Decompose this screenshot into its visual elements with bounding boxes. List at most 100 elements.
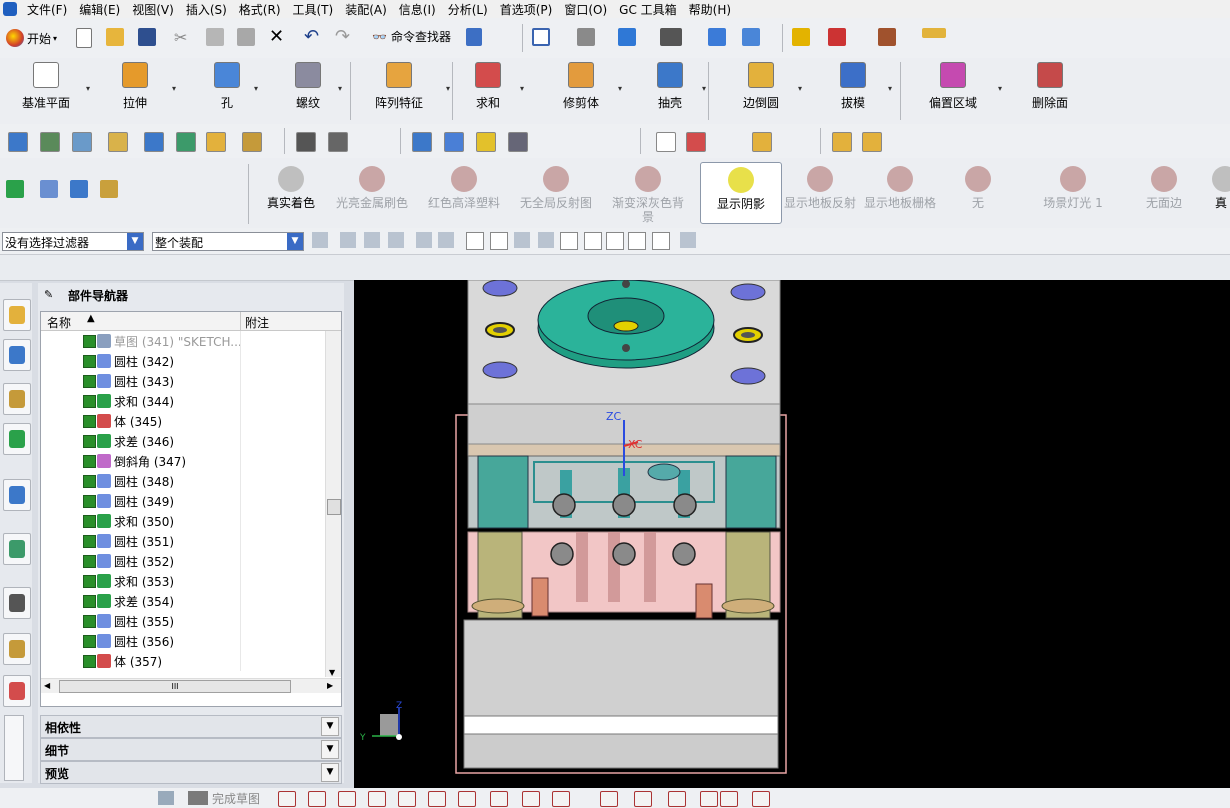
sketch-tool-button-9[interactable]: [552, 791, 570, 807]
utility-button-8[interactable]: [296, 132, 316, 152]
tree-row[interactable]: 求和 (344): [41, 391, 341, 411]
visibility-checkbox[interactable]: [83, 574, 96, 588]
feature-button-2[interactable]: 孔: [212, 60, 242, 110]
resource-tab-1[interactable]: [3, 339, 31, 371]
resource-tab-0[interactable]: [3, 299, 31, 331]
copy-button[interactable]: [206, 28, 224, 46]
graphics-viewport[interactable]: ZC XC Z Y: [354, 280, 1230, 788]
render-button-3[interactable]: 无全局反射图: [514, 162, 598, 222]
utility-button-18[interactable]: [862, 132, 882, 152]
utility-button-7[interactable]: [242, 132, 262, 152]
feature-dropdown-6[interactable]: ▾: [618, 84, 622, 93]
view-util-button-2[interactable]: [70, 180, 88, 198]
fit-view-button[interactable]: [532, 28, 550, 46]
resource-bar-scroller[interactable]: [4, 715, 24, 781]
sketch-tool-button-11[interactable]: [634, 791, 652, 807]
menu-item-5[interactable]: 工具(T): [287, 1, 340, 18]
snap-point-button-6[interactable]: [466, 232, 484, 250]
command-finder-button[interactable]: 👓 命令查找器: [372, 28, 451, 45]
sketch-tool-button-15[interactable]: [752, 791, 770, 807]
render-button-8[interactable]: 无: [948, 162, 1008, 222]
utility-button-17[interactable]: [832, 132, 852, 152]
cut-button[interactable]: ✂: [174, 28, 187, 47]
menu-item-11[interactable]: GC 工具箱: [613, 1, 683, 18]
measure-button[interactable]: [922, 28, 946, 38]
sketch-settings-button[interactable]: [158, 791, 174, 805]
horizontal-scrollbar[interactable]: ◀ III ▶: [41, 678, 341, 693]
visibility-checkbox[interactable]: [83, 494, 96, 508]
snap-point-button-9[interactable]: [538, 232, 554, 248]
column-note-header[interactable]: 附注: [245, 314, 269, 331]
render-button-7[interactable]: 显示地板栅格: [860, 162, 940, 222]
menu-item-7[interactable]: 信息(I): [393, 1, 442, 18]
navigator-panel-0[interactable]: 相依性 ▼: [40, 715, 342, 738]
tree-row[interactable]: 体 (345): [41, 411, 341, 431]
utility-button-12[interactable]: [476, 132, 496, 152]
utility-button-1[interactable]: [40, 132, 60, 152]
sketch-tool-button-12[interactable]: [668, 791, 686, 807]
snap-point-button-10[interactable]: [560, 232, 578, 250]
resource-tab-3[interactable]: [3, 423, 31, 455]
selection-filter-dropdown[interactable]: 没有选择过滤器 ▼: [2, 232, 144, 251]
sketch-tool-button-7[interactable]: [490, 791, 508, 807]
sketch-tool-button-6[interactable]: [458, 791, 476, 807]
feature-button-3[interactable]: 螺纹: [290, 60, 326, 110]
tree-row[interactable]: 圆柱 (355): [41, 611, 341, 631]
visibility-checkbox[interactable]: [83, 394, 96, 408]
tree-row[interactable]: 圆柱 (356): [41, 631, 341, 651]
resource-tab-6[interactable]: [3, 587, 31, 619]
snap-point-button-7[interactable]: [490, 232, 508, 250]
paste-button[interactable]: [237, 28, 255, 46]
tree-row[interactable]: 倒斜角 (347): [41, 451, 341, 471]
render-button-2[interactable]: 红色高泽塑料: [424, 162, 504, 222]
snap-point-button-5[interactable]: [438, 232, 454, 248]
open-button[interactable]: [106, 28, 124, 46]
chevron-down-icon[interactable]: ▼: [321, 740, 339, 759]
tree-row[interactable]: 求差 (346): [41, 431, 341, 451]
render-button-6[interactable]: 显示地板反射: [780, 162, 860, 222]
sketch-tool-button-5[interactable]: [428, 791, 446, 807]
render-button-10[interactable]: 无面边: [1136, 162, 1192, 222]
snap-point-button-0[interactable]: [312, 232, 328, 248]
feature-button-0[interactable]: 基准平面: [18, 60, 74, 110]
utility-button-4[interactable]: [144, 132, 164, 152]
snap-point-button-2[interactable]: [364, 232, 380, 248]
render-button-0[interactable]: 真实着色: [258, 162, 324, 222]
utility-button-11[interactable]: [444, 132, 464, 152]
resource-tab-8[interactable]: [3, 675, 31, 707]
feature-dropdown-8[interactable]: ▾: [798, 84, 802, 93]
tree-row[interactable]: 求和 (350): [41, 511, 341, 531]
finish-sketch-button[interactable]: 完成草图: [188, 791, 260, 806]
vertical-scrollbar[interactable]: ▼: [325, 331, 341, 677]
redo-button[interactable]: ↷: [335, 26, 350, 47]
visibility-checkbox[interactable]: [83, 434, 96, 448]
sketch-tool-button-13[interactable]: [700, 791, 718, 807]
sketch-tool-button-8[interactable]: [522, 791, 540, 807]
utility-button-9[interactable]: [328, 132, 348, 152]
visibility-checkbox[interactable]: [83, 614, 96, 628]
visibility-checkbox[interactable]: [83, 414, 96, 428]
visibility-checkbox[interactable]: [83, 654, 96, 668]
feature-button-1[interactable]: 拉伸: [110, 60, 160, 110]
sketch-tool-button-1[interactable]: [308, 791, 326, 807]
resource-tab-4[interactable]: [3, 479, 31, 511]
menu-item-8[interactable]: 分析(L): [442, 1, 494, 18]
undo-button[interactable]: ↶: [304, 26, 319, 47]
feature-button-10[interactable]: 偏置区域: [920, 60, 986, 110]
navigator-panel-1[interactable]: 细节 ▼: [40, 738, 342, 761]
selection-intent-button[interactable]: [466, 28, 482, 46]
utility-button-0[interactable]: [8, 132, 28, 152]
visibility-checkbox[interactable]: [83, 374, 96, 388]
assembly-button[interactable]: [878, 28, 896, 46]
sketch-tool-button-0[interactable]: [278, 791, 296, 807]
snap-point-button-14[interactable]: [652, 232, 670, 250]
snap-point-button-15[interactable]: [680, 232, 696, 248]
chevron-down-icon[interactable]: ▼: [321, 717, 339, 736]
chevron-down-icon[interactable]: ▼: [321, 763, 339, 782]
snap-point-button-11[interactable]: [584, 232, 602, 250]
delete-button[interactable]: ✕: [269, 26, 284, 47]
render-button-9[interactable]: 场景灯光 1: [1036, 162, 1110, 222]
sketch-tool-button-10[interactable]: [600, 791, 618, 807]
feature-dropdown-10[interactable]: ▾: [998, 84, 1002, 93]
feature-dropdown-2[interactable]: ▾: [254, 84, 258, 93]
